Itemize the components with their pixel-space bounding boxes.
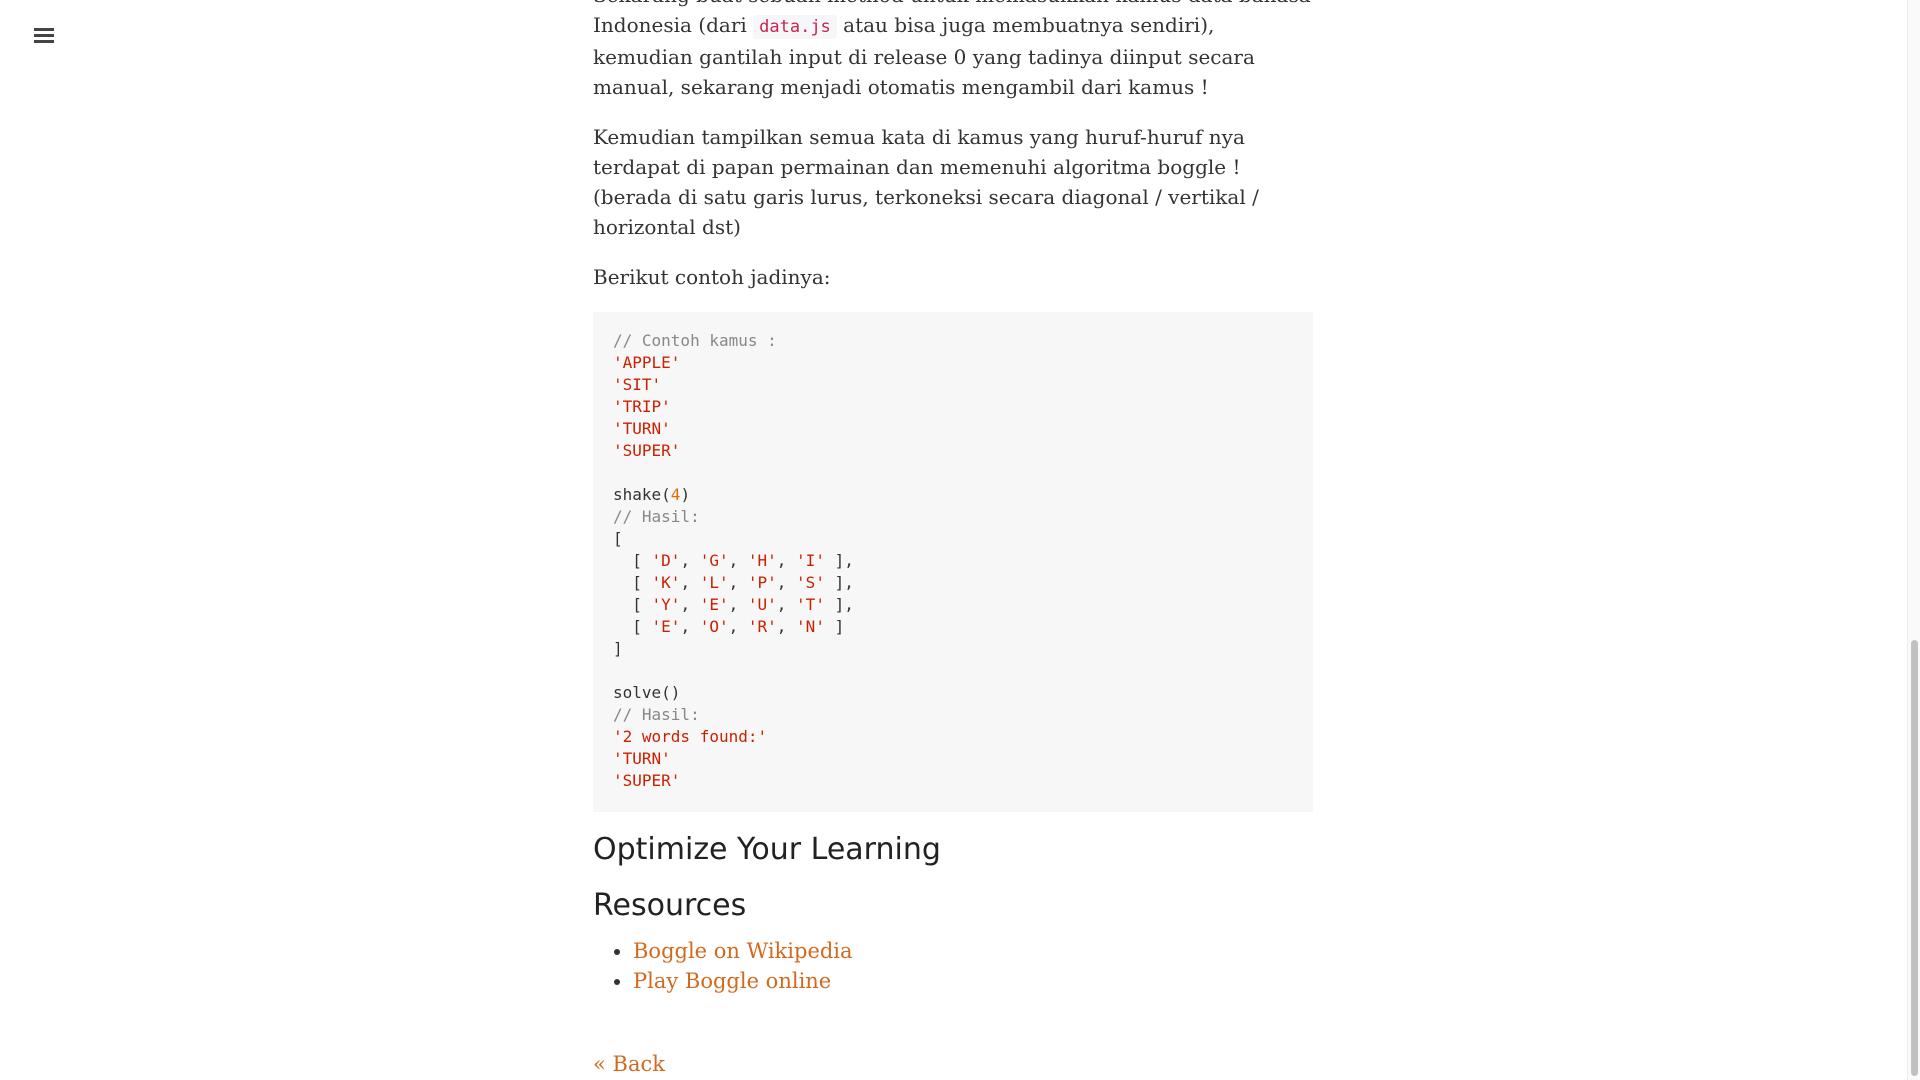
code-string: 'L' <box>699 573 729 592</box>
code-string: 'E' <box>699 595 729 614</box>
code-string: 'H' <box>747 551 777 570</box>
menu-line <box>34 40 54 43</box>
code-string: 'E' <box>651 617 681 636</box>
scrollbar[interactable] <box>1907 0 1920 1080</box>
code-string: 'R' <box>747 617 777 636</box>
menu-line <box>34 34 54 37</box>
code-string: 'TRIP' <box>613 397 671 416</box>
code-call: solve() <box>613 683 681 702</box>
hamburger-menu-icon[interactable] <box>32 24 58 46</box>
link-boggle-wikipedia[interactable]: Boggle on Wikipedia <box>633 939 853 963</box>
code-comment: // Hasil: <box>613 507 700 526</box>
code-string: 'D' <box>651 551 681 570</box>
paragraph-release: Sekarang buat sebuah method untuk memasu… <box>593 0 1313 102</box>
code-string: 'SUPER' <box>613 771 681 790</box>
code-number: 4 <box>670 485 681 504</box>
code-string: 'APPLE' <box>613 353 681 372</box>
code-string: 'S' <box>796 573 825 592</box>
code-comment: // Hasil: <box>613 705 700 724</box>
code-string: 'O' <box>699 617 729 636</box>
code-string: 'SIT' <box>613 375 662 394</box>
link-play-boggle-online[interactable]: Play Boggle online <box>633 969 831 993</box>
paragraph-instructions: Kemudian tampilkan semua kata di kamus y… <box>593 125 1259 239</box>
code-string: 'TURN' <box>613 419 671 438</box>
code-call: shake( <box>613 485 671 504</box>
paragraph-example-intro: Berikut contoh jadinya: <box>593 265 831 289</box>
code-string: 'SUPER' <box>613 441 681 460</box>
code-string: 'U' <box>747 595 777 614</box>
menu-line <box>34 28 54 31</box>
code-block: // Contoh kamus : 'APPLE' 'SIT' 'TRIP' '… <box>593 312 1313 812</box>
code-punct: [ <box>613 529 623 548</box>
code-string: 'K' <box>651 573 681 592</box>
code-string: 'Y' <box>651 595 681 614</box>
resources-list: Boggle on Wikipedia Play Boggle online <box>593 936 1313 996</box>
heading-optimize-learning: Optimize Your Learning <box>593 832 941 867</box>
code-string: '2 words found:' <box>613 727 768 746</box>
back-link[interactable]: « Back <box>593 1052 665 1076</box>
code-string: 'N' <box>796 617 825 636</box>
code-punct: ] <box>613 639 623 658</box>
code-punct: ) <box>680 485 691 504</box>
inline-code-datajs: data.js <box>753 15 837 39</box>
article-content: Sekarang buat sebuah method untuk memasu… <box>593 0 1313 996</box>
code-string: 'T' <box>796 595 825 614</box>
heading-resources: Resources <box>593 888 747 923</box>
code-comment: // Contoh kamus : <box>613 331 777 350</box>
code-string: 'I' <box>796 551 825 570</box>
code-string: 'P' <box>747 573 777 592</box>
list-item: Play Boggle online <box>633 966 1313 996</box>
list-item: Boggle on Wikipedia <box>633 936 1313 966</box>
scrollbar-thumb[interactable] <box>1911 640 1918 1076</box>
code-string: 'G' <box>699 551 729 570</box>
code-string: 'TURN' <box>613 749 671 768</box>
